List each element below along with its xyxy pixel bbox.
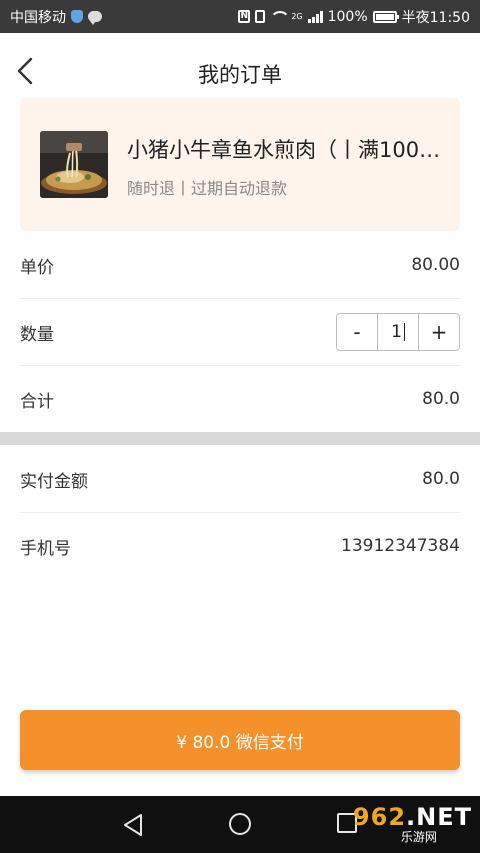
status-bar: 中国移动 N 2G 100% 半夜11:50 [0,0,480,33]
paid-amount-label: 实付金额 [20,471,88,492]
network-type-label: 2G [291,11,303,21]
quantity-label: 数量 [20,324,54,345]
unit-price-label: 单价 [20,257,54,278]
decrease-quantity-button[interactable]: - [337,314,377,350]
nav-home-icon[interactable] [229,813,251,835]
phone-value: 13912347384 [341,536,460,556]
food-image [40,131,108,198]
increase-quantity-button[interactable]: + [419,314,459,350]
phone-row: 手机号 13912347384 [20,513,460,579]
watermark-logo: 962.NET 乐游网 [353,804,472,844]
product-thumbnail [40,131,108,198]
system-nav-bar: 962.NET 乐游网 [0,796,480,853]
page-title: 我的订单 [198,63,282,87]
quantity-stepper: - 1 + [336,313,460,351]
battery-percent: 100% [327,8,368,25]
wifi-icon [270,10,291,23]
nfc-icon: N [238,10,251,23]
paid-amount-value: 80.0 [422,469,460,489]
status-bar-left: 中国移动 [10,7,102,27]
total-row: 合计 80.0 [20,366,460,432]
status-bar-right: N 2G 100% 半夜11:50 [238,7,470,27]
unit-price-value: 80.00 [411,255,460,275]
nav-back-icon[interactable] [122,813,144,837]
signal-icon [307,10,323,23]
quantity-input[interactable]: 1 [377,314,419,350]
carrier-label: 中国移动 [10,9,66,26]
paid-amount-row: 实付金额 80.0 [20,446,460,512]
unit-price-row: 单价 80.00 [20,232,460,298]
battery-icon [372,10,399,23]
text-cursor [403,323,405,341]
quantity-value: 1 [391,322,402,342]
product-name: 小猪小牛章鱼水煎肉（丨满100… [127,138,441,162]
total-value: 80.0 [422,389,460,409]
watermark-sub: 乐游网 [400,830,437,844]
watermark-brand: 962.NET [352,803,472,831]
product-refund-note: 随时退丨过期自动退款 [127,179,288,198]
clock: 半夜11:50 [401,9,470,26]
quantity-row: 数量 - 1 + [20,299,460,365]
product-card[interactable]: 小猪小牛章鱼水煎肉（丨满100… 随时退丨过期自动退款 [20,98,460,231]
wechat-pay-button[interactable]: ¥ 80.0 微信支付 [20,710,460,770]
phone-label: 手机号 [20,538,71,559]
section-separator [0,432,480,445]
total-label: 合计 [20,391,54,412]
message-icon [88,11,102,25]
vibrate-icon [255,10,266,23]
shield-icon [71,10,83,23]
